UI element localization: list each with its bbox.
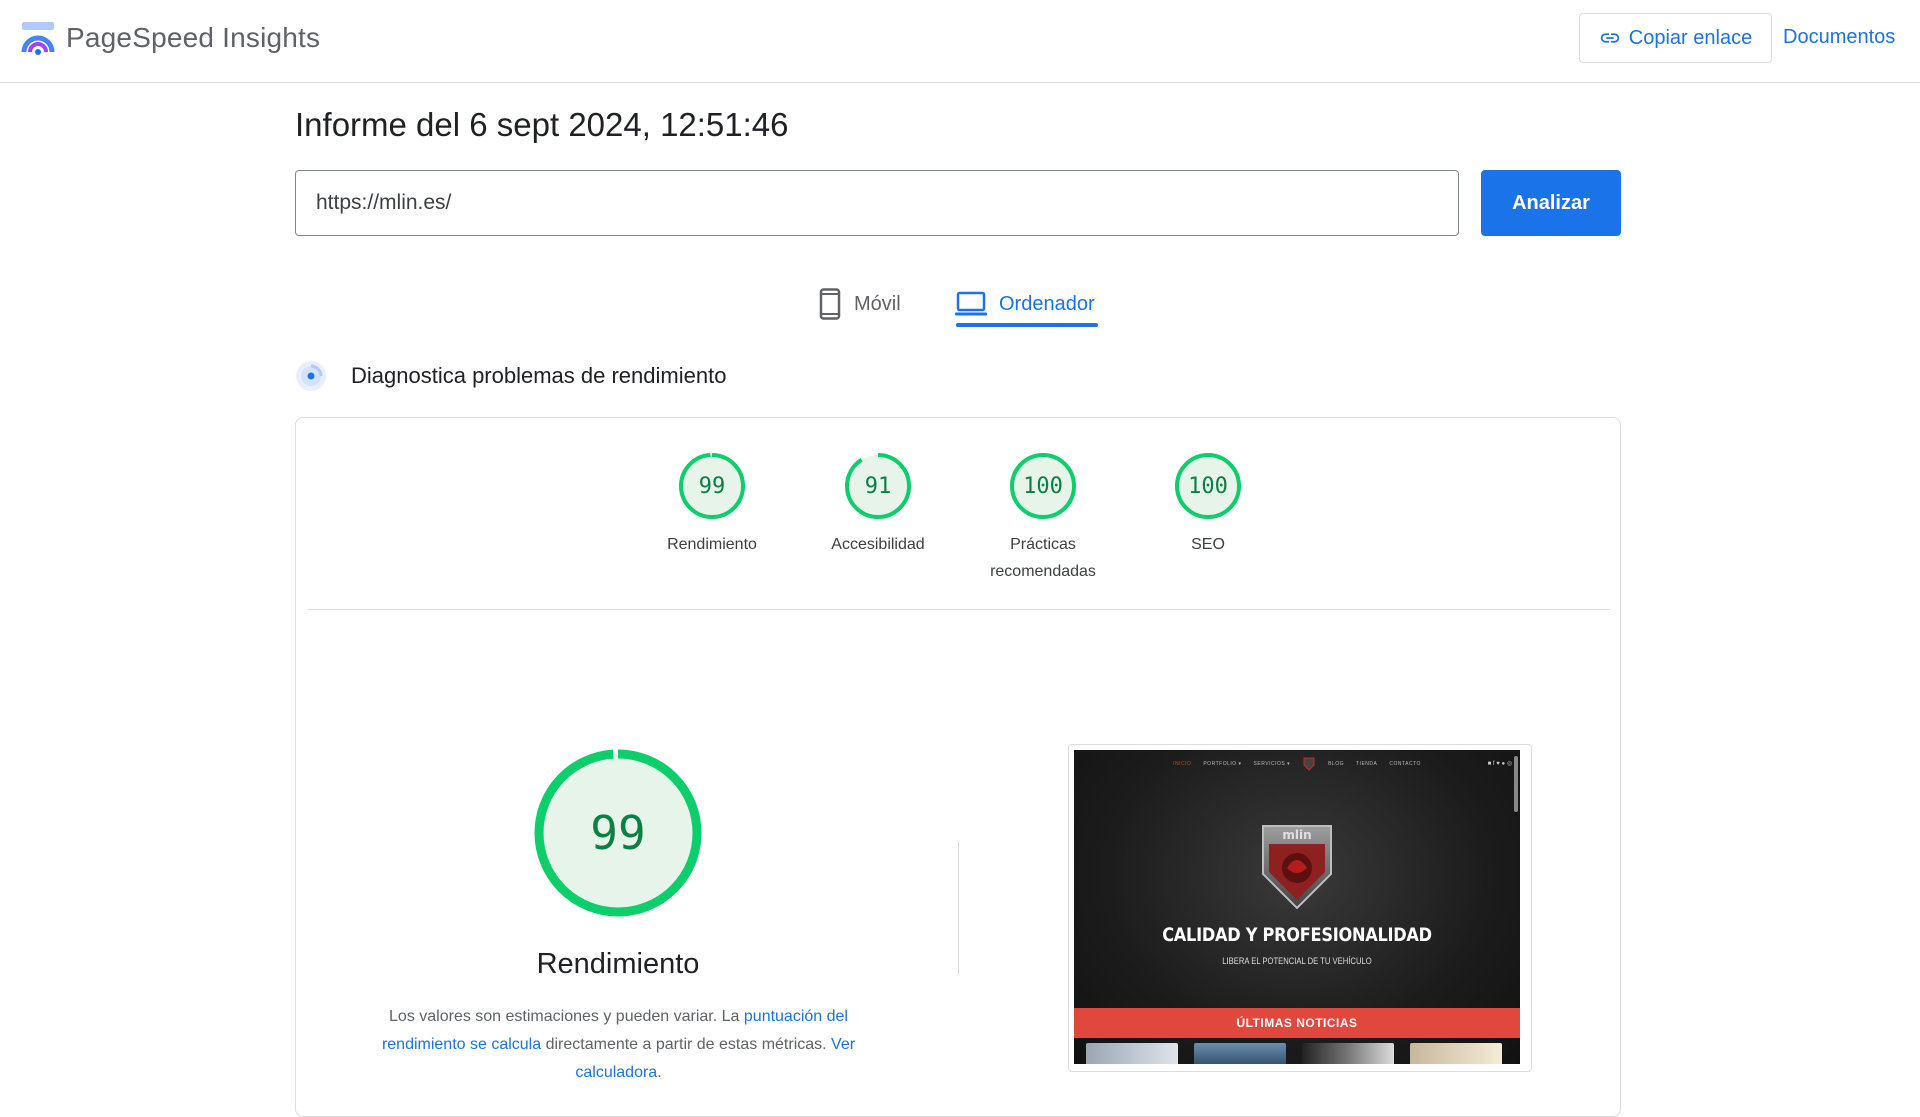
pagespeed-logo-icon: [21, 22, 55, 55]
screenshot-nav-item: PORTFOLIO ▾: [1203, 761, 1242, 767]
report-card: 99 Rendimiento 91 Accesibilidad 100 Prác…: [295, 417, 1621, 1117]
gauge-seo-label: SEO: [1191, 536, 1225, 553]
screenshot-nav-item: INICIO: [1173, 761, 1192, 767]
gauge-accessibility-value: 91: [864, 473, 892, 499]
diagnose-section-header: Diagnostica problemas de rendimiento: [295, 360, 726, 392]
screenshot-headline: CALIDAD Y PROFESIONALIDAD: [1162, 924, 1432, 946]
screenshot-nav-item: TIENDA: [1356, 761, 1378, 767]
performance-desc-text-1: Los valores son estimaciones y pueden va…: [389, 1008, 744, 1025]
link-icon: [1600, 33, 1619, 43]
performance-desc-text-3: .: [657, 1064, 662, 1081]
gauge-best-practices[interactable]: 100: [1008, 451, 1078, 521]
active-tab-indicator: [956, 323, 1098, 327]
card-divider: [308, 609, 1610, 610]
gauge-best-practices-value: 100: [1023, 473, 1063, 499]
diagnose-icon: [296, 361, 326, 391]
docs-link[interactable]: Documentos: [1783, 26, 1895, 49]
screenshot-nav-logo-icon: [1303, 757, 1315, 771]
laptop-icon: [955, 291, 987, 316]
url-input[interactable]: [295, 170, 1459, 236]
screenshot-nav: INICIO PORTFOLIO ▾ SERVICIOS ▾ BLOG TIEN…: [1074, 750, 1520, 778]
performance-big-gauge: 99: [533, 748, 703, 918]
vertical-divider: [958, 842, 959, 974]
gauge-best-practices-label: Prácticas recomendadas: [990, 536, 1096, 580]
thumbnail-image: [1302, 1043, 1394, 1064]
gauge-performance-value: 99: [698, 473, 726, 499]
performance-title: Rendimiento: [536, 948, 700, 980]
tab-mobile[interactable]: Móvil: [818, 278, 901, 330]
screenshot-social-icons: ■ f ♥ ● ◎: [1487, 761, 1512, 767]
gauge-performance-label: Rendimiento: [667, 536, 757, 553]
page-screenshot-preview: INICIO PORTFOLIO ▾ SERVICIOS ▾ BLOG TIEN…: [1068, 744, 1532, 1072]
screenshot-scrollbar: [1514, 756, 1518, 812]
top-bar: PageSpeed Insights Copiar enlace Documen…: [0, 0, 1920, 83]
final-screenshot: INICIO PORTFOLIO ▾ SERVICIOS ▾ BLOG TIEN…: [1074, 750, 1520, 1064]
brand[interactable]: PageSpeed Insights: [20, 18, 320, 58]
thumbnail-image: [1086, 1043, 1178, 1064]
gauge-accessibility[interactable]: 91: [843, 451, 913, 521]
logo-text: mlin: [1282, 828, 1311, 842]
brand-name: PageSpeed Insights: [66, 22, 321, 53]
diagnose-title: Diagnostica problemas de rendimiento: [351, 363, 727, 388]
screenshot-thumbnails: [1086, 1043, 1502, 1064]
performance-description: Los valores son estimaciones y pueden va…: [361, 1003, 876, 1087]
gauge-performance[interactable]: 99: [677, 451, 747, 521]
analyze-button[interactable]: Analizar: [1481, 170, 1621, 236]
thumbnail-image: [1194, 1043, 1286, 1064]
thumbnail-image: [1410, 1043, 1502, 1064]
gauge-accessibility-label: Accesibilidad: [831, 536, 925, 553]
gauge-seo[interactable]: 100: [1173, 451, 1243, 521]
tab-mobile-label: Móvil: [854, 292, 901, 315]
screenshot-nav-item: BLOG: [1328, 761, 1344, 767]
copy-link-button[interactable]: Copiar enlace: [1579, 13, 1772, 63]
report-title: Informe del 6 sept 2024, 12:51:46: [295, 106, 789, 143]
screenshot-nav-item: CONTACTO: [1389, 761, 1421, 767]
copy-link-label: Copiar enlace: [1628, 26, 1753, 49]
screenshot-subline: LIBERA EL POTENCIAL DE TU VEHÍCULO: [1222, 956, 1372, 966]
mobile-phone-icon: [819, 288, 841, 320]
screenshot-nav-item: SERVICIOS ▾: [1253, 761, 1291, 767]
performance-desc-text-2: directamente a partir de estas métricas.: [541, 1036, 832, 1053]
mlin-shield-logo-icon: mlin: [1262, 825, 1332, 910]
performance-big-value: 99: [590, 806, 646, 860]
tab-desktop-label: Ordenador: [999, 292, 1095, 315]
screenshot-news-bar: ÚLTIMAS NOTICIAS: [1074, 1008, 1520, 1038]
gauge-seo-value: 100: [1188, 473, 1228, 499]
